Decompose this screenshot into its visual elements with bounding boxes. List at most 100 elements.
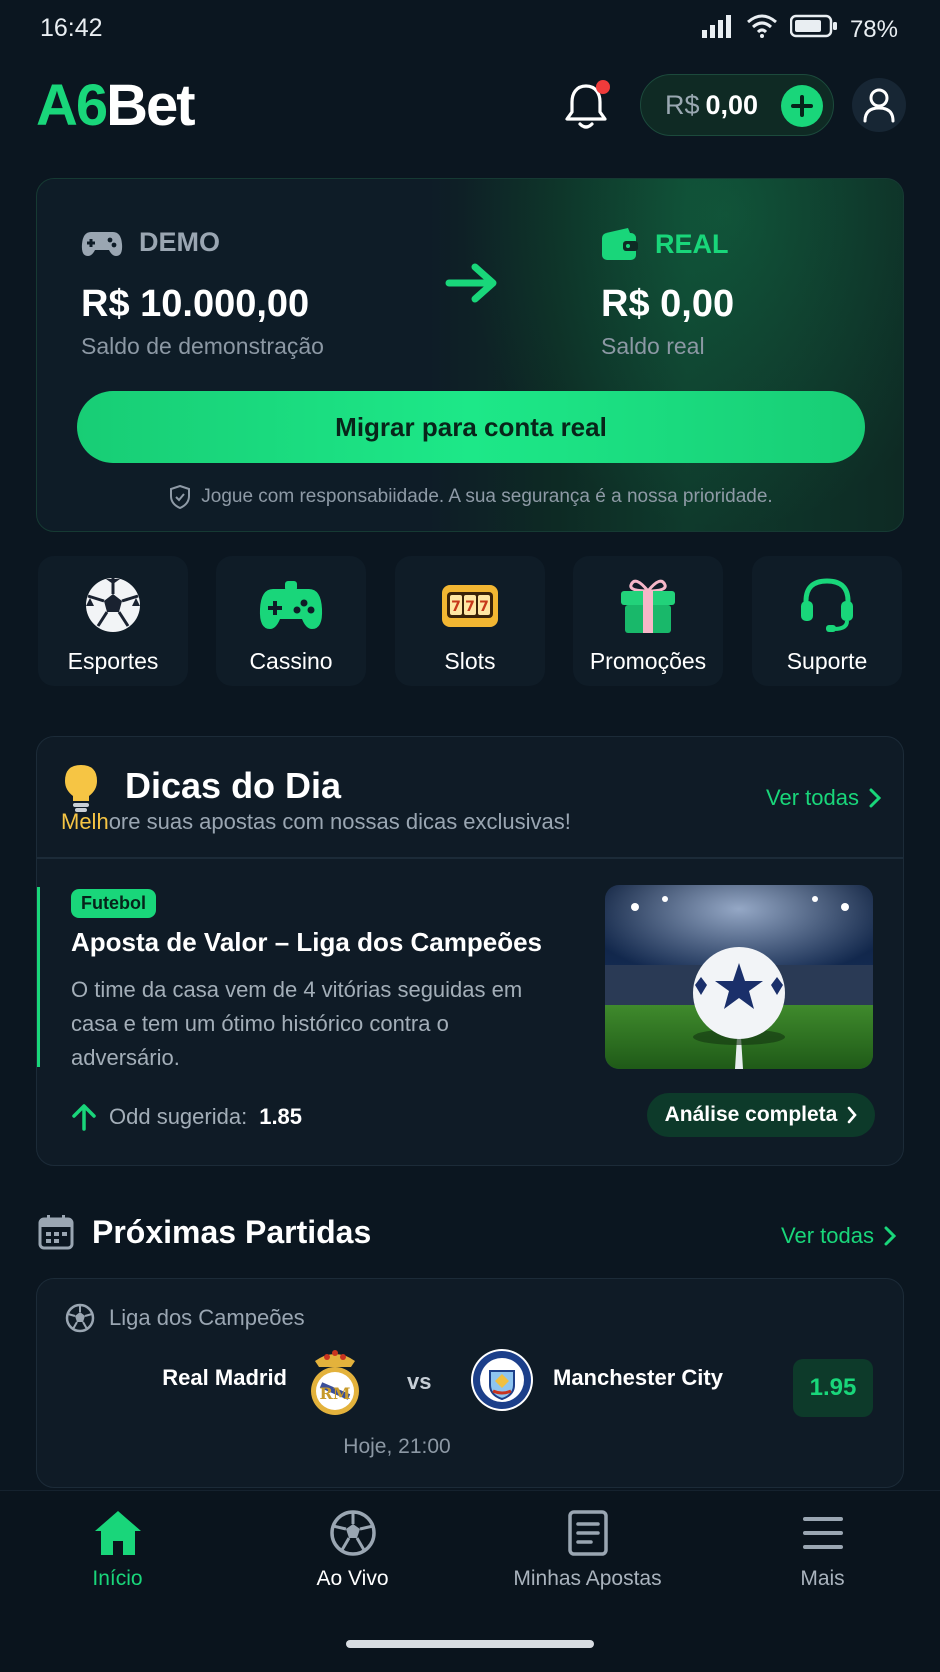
match-time: Hoje, 21:00: [343, 1435, 451, 1458]
real-label-text: REAL: [655, 228, 729, 259]
arrow-up-icon: [72, 1104, 96, 1131]
app-logo[interactable]: A6Bet: [36, 72, 196, 139]
demo-label: DEMO: [81, 227, 220, 258]
category-label: Slots: [444, 648, 496, 674]
category-label: Promoções: [589, 648, 707, 674]
bets-list-icon: [567, 1510, 608, 1556]
demo-real-card: DEMO R$ 10.000,00 Saldo de demonstração …: [36, 178, 904, 532]
odd-label: Odd sugerida:: [109, 1104, 248, 1129]
plus-icon: [791, 95, 813, 117]
match-card[interactable]: Liga dos Campeões Real Madrid RM vs Manc…: [36, 1278, 904, 1488]
nav-inicio[interactable]: Início: [0, 1509, 235, 1591]
tips-card: Dicas do Dia Melhore suas apostas com no…: [36, 736, 904, 1166]
profile-avatar-button[interactable]: [852, 78, 906, 132]
signal-icon: [700, 14, 734, 45]
arrow-right-icon: [443, 261, 503, 310]
calendar-icon: [38, 1214, 74, 1255]
tips-subtitle-rest: ore suas apostas com nossas dicas exclus…: [108, 809, 571, 834]
soccer-ball-icon: [65, 1303, 95, 1333]
nav-minhas-apostas[interactable]: Minhas Apostas: [470, 1509, 705, 1591]
safety-text: Jogue com responsabiidade. A sua seguran…: [201, 486, 773, 507]
category-label: Cassino: [249, 648, 333, 674]
chevron-right-icon: [848, 1106, 858, 1124]
gift-icon: [619, 574, 677, 636]
manchester-city-crest-icon: [469, 1347, 535, 1418]
demo-amount: R$ 10.000,00: [81, 283, 310, 325]
tip-category-tag: Futebol: [71, 889, 156, 918]
real-amount: R$ 0,00: [601, 283, 735, 325]
category-slots[interactable]: 777 Slots: [395, 556, 545, 686]
demo-label-text: DEMO: [139, 227, 220, 257]
league-row: Liga dos Campeões: [65, 1303, 305, 1333]
tips-title: Dicas do Dia: [125, 765, 342, 806]
real-label: REAL: [601, 227, 729, 261]
upcoming-see-all-label: Ver todas: [781, 1223, 874, 1248]
tips-subtitle-highlight: Melh: [61, 809, 109, 834]
upcoming-see-all-link[interactable]: Ver todas: [781, 1223, 896, 1249]
status-indicators: 78%: [700, 14, 898, 45]
home-team-name: Real Madrid: [162, 1365, 287, 1390]
nav-ao-vivo[interactable]: Ao Vivo: [235, 1509, 470, 1591]
odd-value: 1.85: [259, 1104, 303, 1129]
versus-label: vs: [407, 1369, 432, 1394]
migrate-real-account-button[interactable]: Migrar para conta real: [77, 391, 865, 463]
league-name: Liga dos Campeões: [109, 1305, 305, 1330]
balance-amount: 0,00: [705, 89, 759, 120]
logo-a6: A6: [36, 73, 108, 138]
upcoming-title: Próximas Partidas: [92, 1214, 372, 1250]
chevron-right-icon: [869, 788, 881, 808]
deposit-plus-button[interactable]: [781, 85, 823, 127]
real-madrid-crest-icon: RM: [307, 1347, 363, 1424]
category-esportes[interactable]: Esportes: [38, 556, 188, 686]
category-label: Esportes: [67, 648, 159, 674]
svg-text:7: 7: [479, 599, 489, 615]
away-team-name: Manchester City: [553, 1365, 723, 1390]
analysis-label: Análise completa: [664, 1103, 838, 1126]
category-suporte[interactable]: Suporte: [752, 556, 902, 686]
live-ball-icon: [329, 1510, 376, 1556]
balance-currency: R$: [665, 89, 700, 120]
tip-description: O time da casa vem de 4 vitórias seguida…: [71, 977, 523, 1070]
home-icon: [94, 1511, 141, 1555]
tips-see-all-label: Ver todas: [766, 785, 859, 810]
nav-label: Início: [92, 1567, 143, 1590]
nav-label: Ao Vivo: [316, 1567, 389, 1590]
divider: [37, 857, 903, 859]
real-sub: Saldo real: [601, 333, 705, 359]
match-odd-button[interactable]: 1.95: [793, 1359, 873, 1417]
balance-pill[interactable]: R$ 0,00: [640, 74, 834, 136]
tips-see-all-link[interactable]: Ver todas: [766, 785, 881, 811]
suggested-odd: Odd sugerida: 1.85: [71, 1103, 302, 1131]
gamepad-icon: [81, 231, 123, 256]
full-analysis-button[interactable]: Análise completa: [647, 1093, 875, 1137]
chevron-right-icon: [884, 1226, 896, 1246]
tip-title[interactable]: Aposta de Valor – Liga dos Campeões: [71, 927, 542, 958]
tips-subtitle: Melhore suas apostas com nossas dicas ex…: [61, 809, 571, 835]
status-time: 16:42: [40, 14, 103, 42]
demo-sub: Saldo de demonstração: [81, 333, 324, 359]
logo-bet: Bet: [106, 73, 195, 138]
wallet-icon: [602, 228, 638, 260]
wifi-icon: [746, 14, 778, 45]
safety-note: Jogue com responsabiidade. A sua seguran…: [37, 485, 903, 509]
nav-mais[interactable]: Mais: [705, 1509, 940, 1591]
category-promocoes[interactable]: Promoções: [573, 556, 723, 686]
battery-percent: 78%: [849, 15, 898, 43]
svg-text:RM: RM: [319, 1384, 350, 1403]
user-icon: [863, 88, 895, 123]
menu-icon: [802, 1517, 843, 1549]
battery-icon: [789, 14, 838, 45]
slot-machine-icon: 777: [440, 574, 500, 636]
soccer-ball-icon: [84, 574, 142, 636]
gamepad-icon: [259, 574, 323, 636]
nav-label: Minhas Apostas: [513, 1567, 662, 1590]
category-cassino[interactable]: Cassino: [216, 556, 366, 686]
notification-badge: [596, 80, 610, 94]
tip-accent-bar: [37, 887, 40, 1067]
shield-icon: [170, 485, 191, 509]
category-label: Suporte: [786, 648, 868, 674]
status-bar: 16:42 78%: [0, 0, 940, 60]
svg-text:7: 7: [465, 599, 475, 615]
headset-icon: [798, 574, 856, 636]
home-indicator[interactable]: [346, 1640, 594, 1648]
